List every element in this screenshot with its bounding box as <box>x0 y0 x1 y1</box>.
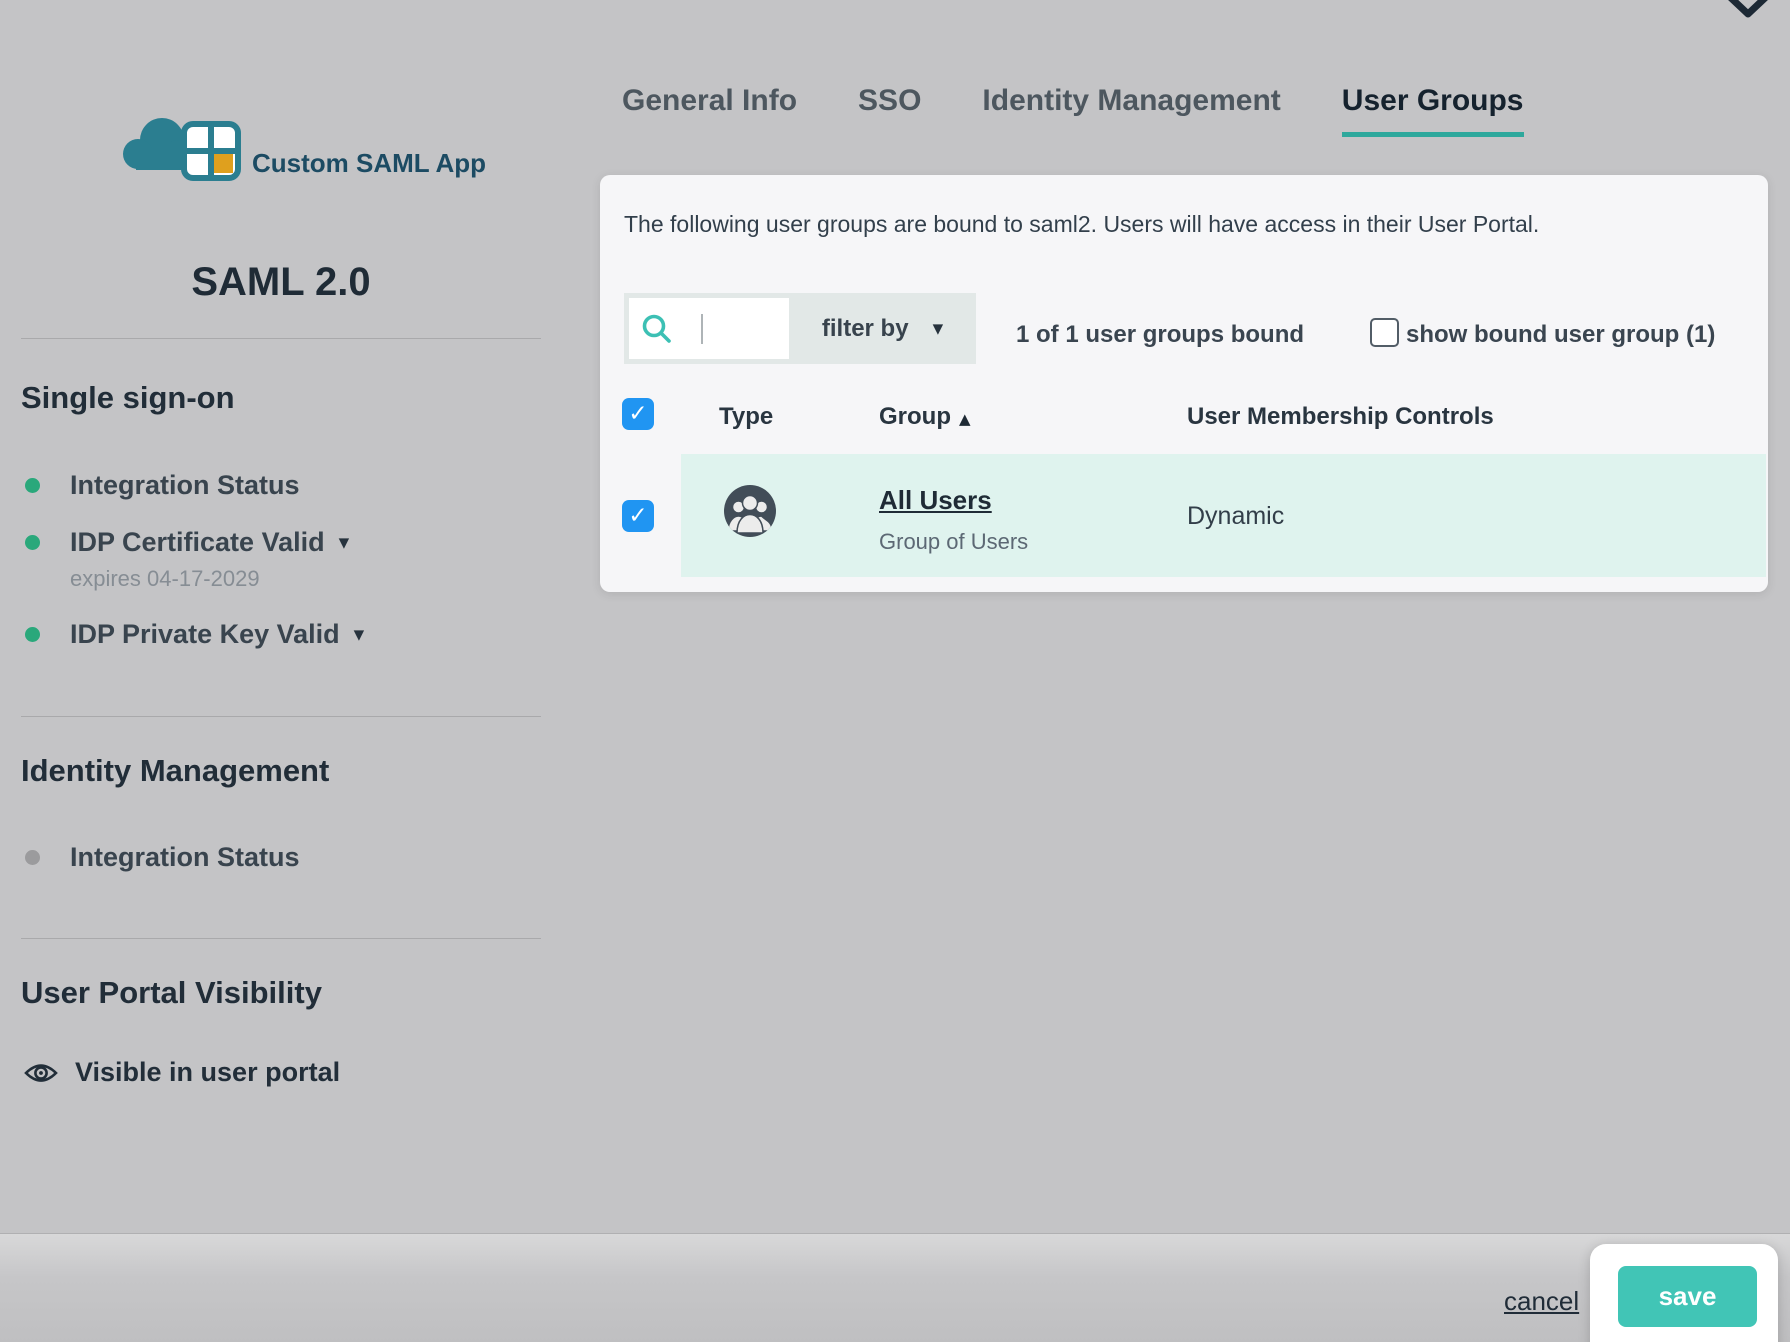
sidebar-item-idp-private-key-valid[interactable]: IDP Private Key Valid ▾ <box>25 619 364 650</box>
footer-bar: cancel save <box>0 1233 1790 1342</box>
portal-visibility-label: Visible in user portal <box>75 1057 340 1088</box>
checkmark-icon: ✓ <box>628 403 647 426</box>
tab-user-groups[interactable]: User Groups <box>1342 84 1524 137</box>
status-dot-green-icon <box>25 627 40 642</box>
panel-description: The following user groups are bound to s… <box>624 211 1539 238</box>
column-header-group-label: Group <box>879 403 951 430</box>
certificate-expiry-note: expires 04-17-2029 <box>70 566 260 592</box>
show-bound-label[interactable]: show bound user group (1) <box>1406 321 1715 349</box>
cancel-button[interactable]: cancel <box>1504 1286 1579 1317</box>
protocol-title: SAML 2.0 <box>21 260 541 305</box>
bound-groups-summary: 1 of 1 user groups bound <box>1016 321 1304 349</box>
checkmark-icon: ✓ <box>628 505 647 528</box>
portal-visibility-row: Visible in user portal <box>23 1057 340 1088</box>
user-group-avatar-icon <box>722 483 778 539</box>
group-subtitle: Group of Users <box>879 529 1028 555</box>
sidebar-divider <box>21 938 541 939</box>
section-heading-identity-management: Identity Management <box>21 753 329 789</box>
show-bound-checkbox[interactable] <box>1370 318 1399 347</box>
group-search-box[interactable] <box>629 298 789 359</box>
select-all-checkbox[interactable]: ✓ <box>622 398 654 430</box>
app-logo-label: Custom SAML App <box>252 148 486 179</box>
status-dot-gray-icon <box>25 850 40 865</box>
group-name-link[interactable]: All Users <box>879 485 992 516</box>
sidebar-item-label: IDP Private Key Valid <box>70 619 340 650</box>
tab-sso[interactable]: SSO <box>858 84 921 137</box>
tab-general-info[interactable]: General Info <box>622 84 797 137</box>
membership-control-value: Dynamic <box>1187 502 1284 531</box>
search-filter-bar: filter by ▾ <box>624 293 976 364</box>
chevron-down-icon: ▾ <box>339 532 350 553</box>
sort-ascending-icon: ▲ <box>959 410 971 428</box>
sidebar-divider <box>21 716 541 717</box>
text-cursor <box>701 314 703 344</box>
save-button-card: save <box>1590 1244 1778 1342</box>
chevron-down-icon: ▾ <box>354 624 365 645</box>
chevron-down-icon: ▾ <box>933 318 944 339</box>
sidebar-item-label: IDP Certificate Valid <box>70 527 325 558</box>
sidebar-divider <box>21 338 541 339</box>
column-header-group[interactable]: Group ▲ <box>879 403 971 431</box>
filter-by-label: filter by <box>822 315 909 343</box>
close-icon[interactable] <box>1704 0 1788 26</box>
search-icon <box>641 313 673 345</box>
column-header-type: Type <box>719 403 773 431</box>
column-header-user-membership-controls: User Membership Controls <box>1187 403 1494 431</box>
status-dot-green-icon <box>25 535 40 550</box>
tab-identity-management[interactable]: Identity Management <box>982 84 1280 137</box>
custom-saml-app-logo-icon <box>118 108 244 186</box>
tab-bar: General Info SSO Identity Management Use… <box>622 84 1524 137</box>
sidebar-item-label: Integration Status <box>70 842 300 873</box>
save-button[interactable]: save <box>1618 1266 1757 1327</box>
status-dot-green-icon <box>25 478 40 493</box>
filter-by-dropdown[interactable]: filter by ▾ <box>789 293 976 364</box>
sidebar-item-sso-integration-status: Integration Status <box>25 470 300 501</box>
saml-app-modal: General Info SSO Identity Management Use… <box>0 0 1790 1342</box>
eye-icon <box>23 1060 59 1086</box>
row-checkbox[interactable]: ✓ <box>622 500 654 532</box>
section-heading-user-portal-visibility: User Portal Visibility <box>21 975 322 1011</box>
sidebar-item-idm-integration-status: Integration Status <box>25 842 300 873</box>
section-heading-single-sign-on: Single sign-on <box>21 380 235 416</box>
sidebar-item-idp-certificate-valid[interactable]: IDP Certificate Valid ▾ <box>25 527 349 558</box>
user-groups-panel: The following user groups are bound to s… <box>600 175 1768 592</box>
sidebar-item-label: Integration Status <box>70 470 300 501</box>
